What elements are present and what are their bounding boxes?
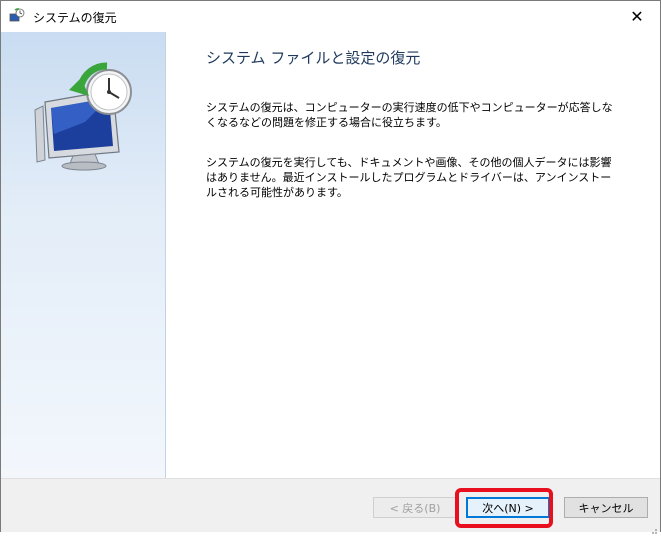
main-content: システム ファイルと設定の復元 システムの復元は、コンピューターの実行速度の低下… bbox=[166, 32, 660, 478]
window-title: システムの復元 bbox=[33, 11, 117, 25]
close-button[interactable]: ✕ bbox=[614, 1, 660, 32]
system-restore-window: システムの復元 ✕ システム ファイルと設定の復元 システムの復元は、コンピュー… bbox=[0, 0, 661, 534]
description-paragraph-2: システムの復元を実行しても、ドキュメントや画像、その他の個人データには影響はあり… bbox=[206, 156, 612, 199]
resize-grip-icon[interactable] bbox=[648, 520, 658, 534]
back-button[interactable]: < 戻る(B) bbox=[373, 497, 457, 518]
page-title: システム ファイルと設定の復元 bbox=[206, 49, 421, 67]
system-restore-icon bbox=[9, 8, 25, 24]
title-bar[interactable]: システムの復元 ✕ bbox=[1, 1, 660, 32]
cancel-button[interactable]: キャンセル bbox=[564, 497, 648, 518]
restore-monitor-clock-icon bbox=[23, 52, 143, 172]
description-paragraph-1: システムの復元は、コンピューターの実行速度の低下やコンピューターが応答しなくなる… bbox=[206, 101, 613, 129]
side-panel bbox=[1, 32, 166, 478]
button-bar: < 戻る(B) 次へ(N) > キャンセル bbox=[1, 478, 660, 534]
close-icon: ✕ bbox=[630, 7, 644, 26]
next-button[interactable]: 次へ(N) > bbox=[466, 497, 550, 518]
